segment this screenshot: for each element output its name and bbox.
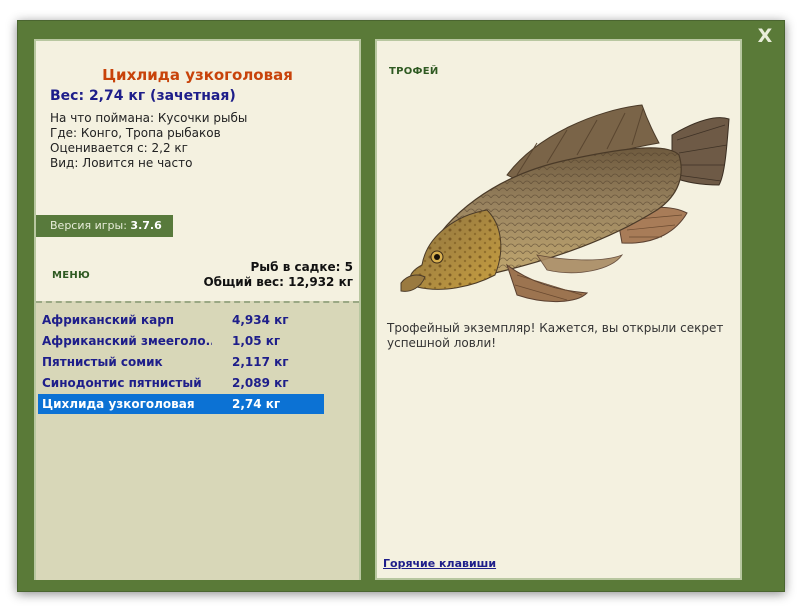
version-badge: Версия игры: 3.7.6: [36, 215, 173, 237]
valued-from-text: Оценивается с: 2,2 кг: [50, 141, 188, 155]
list-item-name: Синодонтис пятнистый: [42, 376, 202, 390]
list-item-name: Пятнистый сомик: [42, 355, 163, 369]
list-item-weight: 2,089 кг: [232, 376, 289, 390]
list-item-weight: 2,117 кг: [232, 355, 289, 369]
fish-title: Цихлида узкоголовая: [102, 66, 293, 84]
location-text: Где: Конго, Тропа рыбаков: [50, 126, 221, 140]
version-label: Версия игры:: [50, 219, 127, 232]
list-item-weight: 2,74 кг: [232, 397, 281, 411]
trophy-message: Трофейный экземпляр! Кажется, вы открыли…: [387, 321, 724, 350]
caught-on-text: На что поймана: Кусочки рыбы: [50, 111, 248, 125]
hotkeys-link[interactable]: Горячие клавиши: [383, 557, 496, 570]
list-item-selected[interactable]: Цихлида узкоголовая 2,74 кг: [38, 394, 324, 414]
list-item-name: Цихлида узкоголовая: [42, 397, 195, 411]
list-item[interactable]: Африканский змееголо... 1,05 кг: [38, 331, 324, 351]
total-weight: Общий вес: 12,932 кг: [203, 275, 353, 289]
fish-count: Рыб в садке: 5: [250, 260, 354, 274]
list-item[interactable]: Африканский карп 4,934 кг: [38, 310, 324, 330]
list-item-name: Африканский змееголо...: [42, 334, 212, 348]
list-item-weight: 1,05 кг: [232, 334, 281, 348]
catch-list: Африканский карп 4,934 кг Африканский зм…: [36, 301, 359, 580]
close-button[interactable]: X: [755, 26, 775, 46]
trophy-panel: ТРОФЕЙ Трофейный экземпляр! Кажется, вы …: [375, 39, 742, 580]
menu-button[interactable]: МЕНЮ: [52, 270, 90, 281]
keepnet-stats: Рыб в садке: 5 Общий вес: 12,932 кг: [203, 260, 353, 290]
frequency-text: Вид: Ловится не часто: [50, 156, 193, 170]
version-value: 3.7.6: [130, 219, 162, 232]
list-item-name: Африканский карп: [42, 313, 175, 327]
fish-weight: Вес: 2,74 кг (зачетная): [50, 88, 236, 104]
list-item[interactable]: Пятнистый сомик 2,117 кг: [38, 352, 324, 372]
list-item-weight: 4,934 кг: [232, 313, 289, 327]
fish-info-panel: Цихлида узкоголовая Вес: 2,74 кг (зачетн…: [34, 39, 361, 580]
fish-image: [400, 104, 730, 303]
list-item[interactable]: Синодонтис пятнистый 2,089 кг: [38, 373, 324, 393]
